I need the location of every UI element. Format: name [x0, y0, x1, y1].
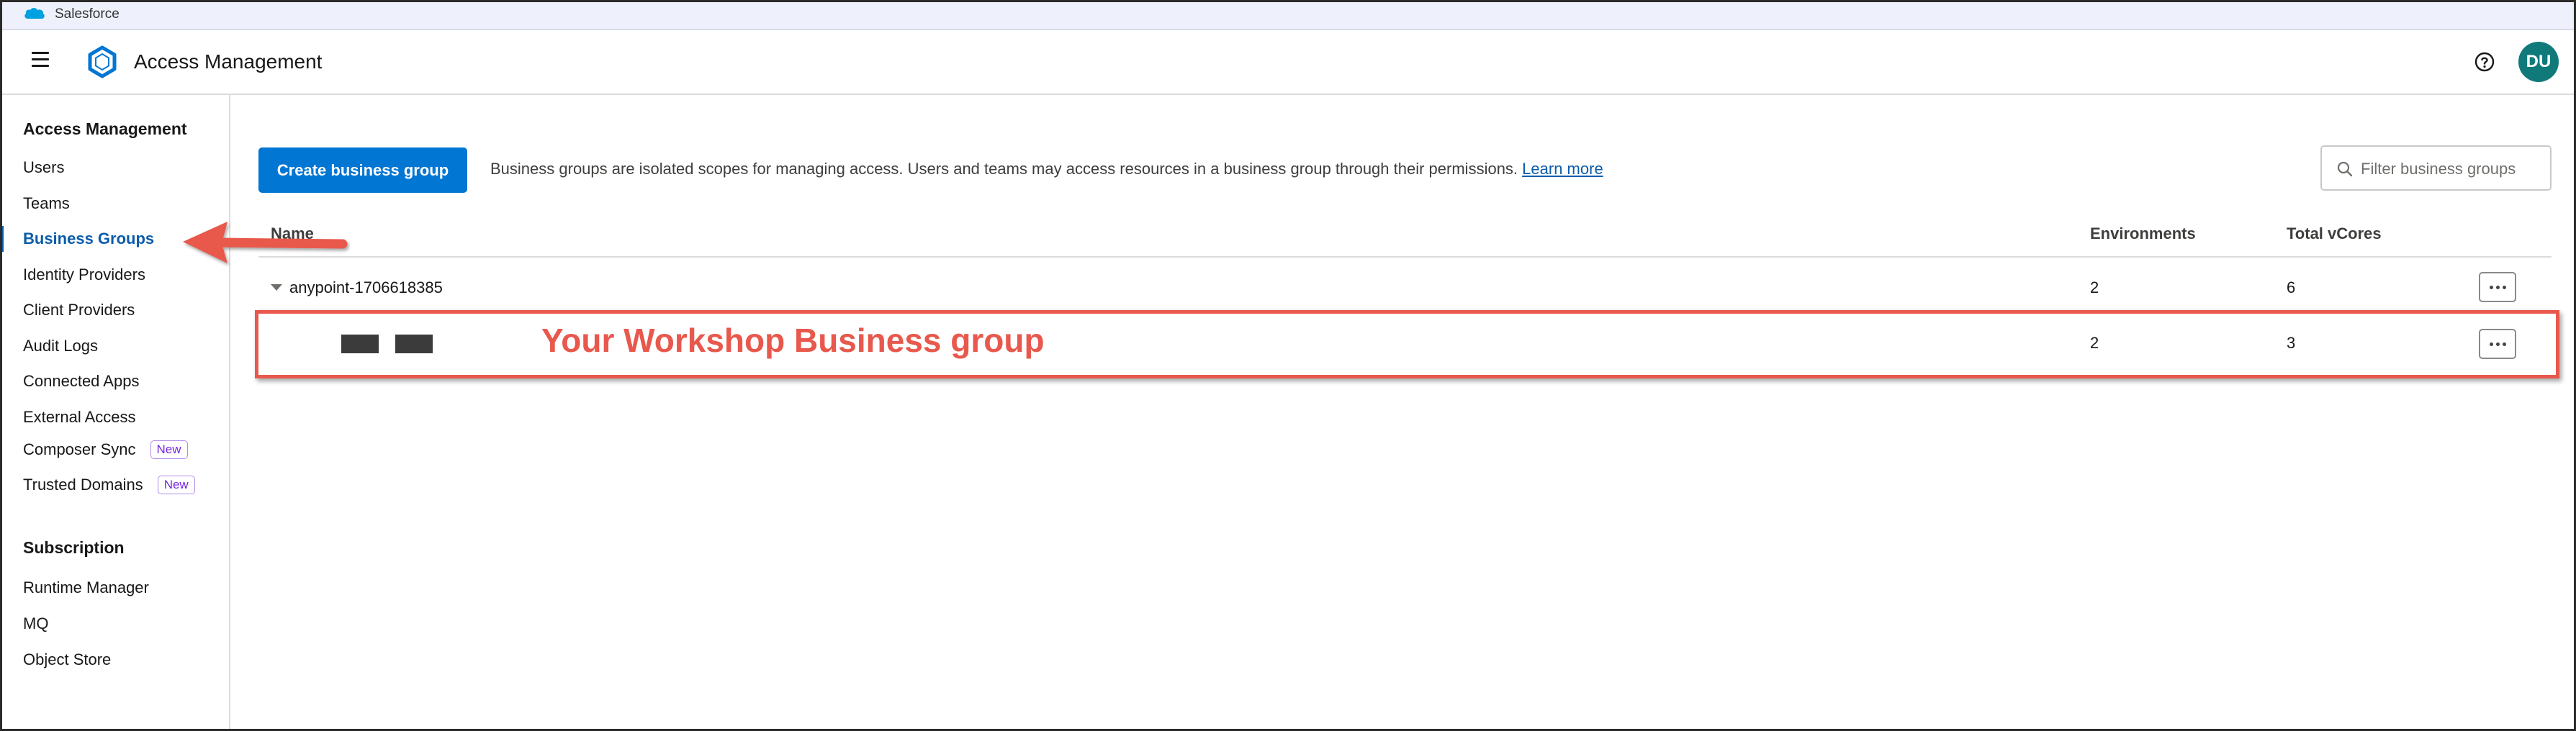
- description-text: Business groups are isolated scopes for …: [490, 160, 1518, 178]
- sidebar-item-mq[interactable]: MQ: [23, 614, 48, 633]
- sidebar-item-runtime-manager[interactable]: Runtime Manager: [23, 578, 149, 597]
- search-icon: [2337, 161, 2353, 177]
- sidebar-item-label: Connected Apps: [23, 372, 140, 390]
- question-circle-icon[interactable]: [2474, 51, 2495, 73]
- app-title: Access Management: [134, 50, 323, 73]
- sidebar-item-external-access[interactable]: External Access: [23, 408, 136, 427]
- page-description: Business groups are isolated scopes for …: [490, 160, 1603, 178]
- sidebar-item-label: Object Store: [23, 650, 112, 668]
- row-actions-menu-button[interactable]: [2479, 272, 2516, 302]
- sidebar-item-label: Audit Logs: [23, 337, 98, 355]
- salesforce-cloud-icon: [24, 8, 45, 19]
- sidebar-item-trusted-domains[interactable]: Trusted Domains New: [23, 476, 195, 494]
- sidebar-item-label: Identity Providers: [23, 265, 145, 283]
- new-badge: New: [150, 440, 188, 459]
- app-header: Access Management DU: [0, 30, 2576, 95]
- sidebar-item-label: Runtime Manager: [23, 578, 149, 596]
- sidebar-item-label: MQ: [23, 614, 49, 632]
- sidebar-item-label: Trusted Domains: [23, 476, 143, 494]
- sidebar-item-object-store[interactable]: Object Store: [23, 650, 111, 669]
- sidebar-item-business-groups[interactable]: Business Groups: [23, 230, 154, 248]
- sidebar-heading-subscription: Subscription: [23, 538, 125, 557]
- sidebar-item-client-providers[interactable]: Client Providers: [23, 301, 135, 319]
- access-management-logo-icon: [88, 45, 117, 78]
- sidebar-item-connected-apps[interactable]: Connected Apps: [23, 372, 139, 391]
- sidebar-item-label: Users: [23, 158, 65, 176]
- sidebar-item-teams[interactable]: Teams: [23, 194, 70, 213]
- table-header-divider: [258, 256, 2552, 258]
- active-indicator: [0, 226, 4, 252]
- row-name[interactable]: anypoint-1706618385: [289, 278, 443, 297]
- hamburger-menu-icon[interactable]: [32, 52, 49, 68]
- sidebar-item-audit-logs[interactable]: Audit Logs: [23, 337, 98, 355]
- annotation-arrow-icon: [183, 222, 348, 263]
- sidebar-item-users[interactable]: Users: [23, 158, 64, 177]
- row-vcores: 6: [2287, 278, 2296, 296]
- column-header-environments[interactable]: Environments: [2090, 224, 2196, 243]
- sidebar-item-label: Business Groups: [23, 230, 155, 248]
- annotation-label: Your Workshop Business group: [541, 322, 1045, 359]
- sidebar-item-label: External Access: [23, 408, 136, 426]
- column-header-total-vcores[interactable]: Total vCores: [2287, 224, 2382, 243]
- row-environments: 2: [2090, 278, 2099, 296]
- sidebar-heading-access-management: Access Management: [23, 119, 187, 138]
- sidebar-item-composer-sync[interactable]: Composer Sync New: [23, 440, 188, 459]
- sidebar-item-label: Teams: [23, 194, 70, 212]
- new-badge: New: [157, 476, 195, 494]
- window-title: Salesforce: [55, 6, 120, 22]
- sidebar-item-identity-providers[interactable]: Identity Providers: [23, 265, 145, 284]
- expand-caret-icon[interactable]: [271, 284, 282, 291]
- learn-more-link[interactable]: Learn more: [1522, 160, 1603, 178]
- sidebar: Access Management Users Teams Business G…: [0, 95, 230, 731]
- filter-business-groups-input[interactable]: [2359, 154, 2546, 184]
- user-avatar[interactable]: DU: [2518, 42, 2559, 82]
- filter-business-groups-field[interactable]: [2320, 145, 2552, 191]
- sidebar-item-label: Composer Sync: [23, 440, 136, 458]
- browser-title-bar: Salesforce: [0, 0, 2576, 30]
- sidebar-item-label: Client Providers: [23, 301, 135, 319]
- create-business-group-button[interactable]: Create business group: [258, 147, 467, 193]
